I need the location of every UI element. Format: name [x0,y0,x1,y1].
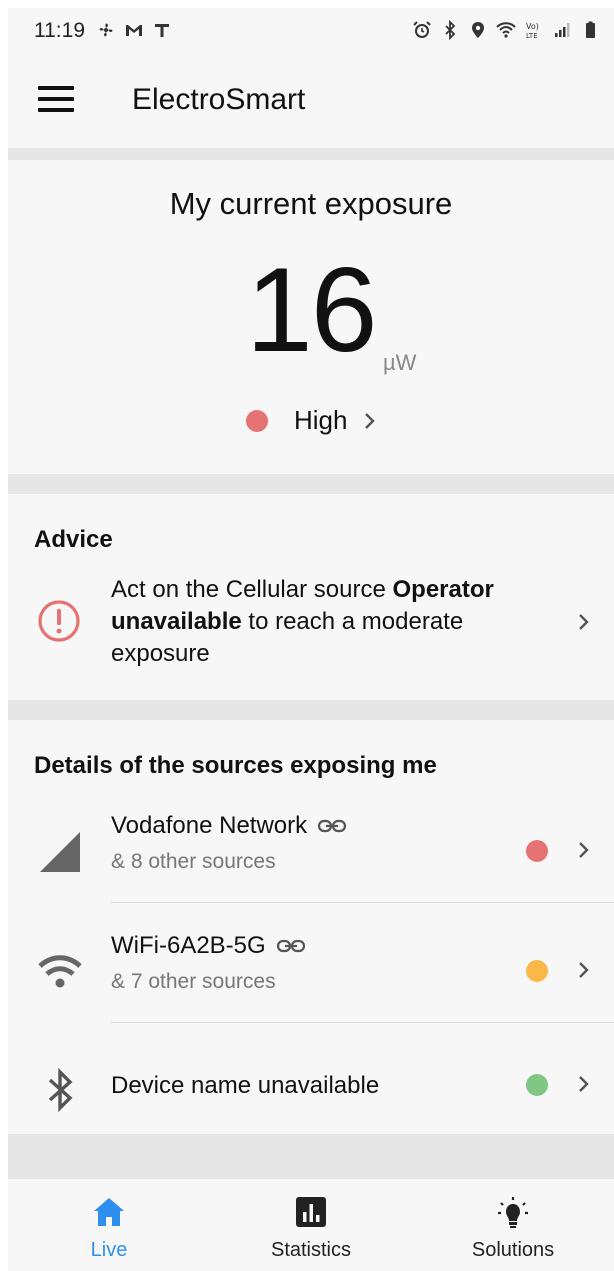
bluetooth-icon [445,20,456,40]
wifi-icon [38,955,82,988]
link-icon [318,819,347,833]
nav-label: Statistics [270,1239,352,1261]
section-divider [8,474,614,494]
section-divider [8,148,614,160]
location-icon [472,22,484,38]
bottom-navigation: Live Statistics Solutions [8,1178,614,1271]
chevron-right-icon [579,614,589,630]
hamburger-menu-icon[interactable] [38,86,74,116]
gmail-icon [126,25,142,36]
source-name: Device name unavailable [111,1072,380,1099]
t-icon [155,24,169,37]
source-sub: & 7 other sources [111,970,276,993]
app-bar: ElectroSmart [8,56,614,148]
exposure-title: My current exposure [169,186,453,221]
advice-text-prefix: Act on the Cellular source [111,576,393,603]
section-divider [8,700,614,720]
nav-live[interactable]: Live [8,1179,210,1271]
status-bar: 11:19 Vo) LTE [8,8,614,56]
exposure-value: 16 [246,243,377,377]
nav-statistics[interactable]: Statistics [210,1179,412,1271]
nav-label: Solutions [471,1239,555,1261]
nav-label: Live [90,1239,128,1261]
advice-title: Advice [34,526,113,553]
exposure-level-button[interactable]: High [246,405,379,436]
source-status-dot [526,960,548,982]
link-icon [276,939,305,953]
source-status-dot [526,1074,548,1096]
sources-details-section: Details of the sources exposing me Vodaf… [8,720,614,1134]
lightbulb-icon [498,1197,528,1228]
fan-icon [99,23,113,37]
source-sub: & 8 other sources [111,850,276,873]
current-exposure-card: My current exposure 16 µW High [8,160,614,474]
alert-circle-icon [38,600,80,642]
signal-icon [555,23,570,37]
advice-text: Act on the Cellular source Operator unav… [111,574,551,670]
source-name: Vodafone Network [111,812,308,839]
details-title: Details of the sources exposing me [34,752,437,779]
source-status-dot [526,840,548,862]
bluetooth-icon [48,1067,73,1113]
section-divider [8,1134,614,1178]
svg-text:Vo): Vo) [526,22,539,31]
nav-solutions[interactable]: Solutions [412,1179,614,1271]
cellular-signal-icon [40,832,80,872]
bar-chart-icon [296,1197,326,1227]
battery-icon [586,21,595,38]
wifi-status-icon [496,22,516,38]
chevron-right-icon [579,1076,589,1092]
source-name: WiFi-6A2B-5G [111,932,266,959]
chevron-right-icon [579,842,589,858]
advice-section: Advice Act on the Cellular source Operat… [8,494,614,700]
chevron-right-icon [579,962,589,978]
exposure-unit: µW [383,350,417,375]
row-divider [111,902,614,903]
volte-icon: Vo)LTE [526,22,539,40]
svg-text:LTE: LTE [526,32,538,40]
app-title: ElectroSmart [132,83,306,116]
home-icon [94,1198,124,1226]
status-time: 11:19 [34,19,85,42]
app-screen: 11:19 Vo) LTE ElectroSmart My current exp… [8,8,614,1271]
exposure-level-label: High [294,405,348,435]
alarm-icon [413,21,431,38]
row-divider [111,1022,614,1023]
advice-item[interactable]: Act on the Cellular source Operator unav… [8,568,614,678]
exposure-level-dot [246,409,268,432]
chevron-right-icon [365,412,376,429]
